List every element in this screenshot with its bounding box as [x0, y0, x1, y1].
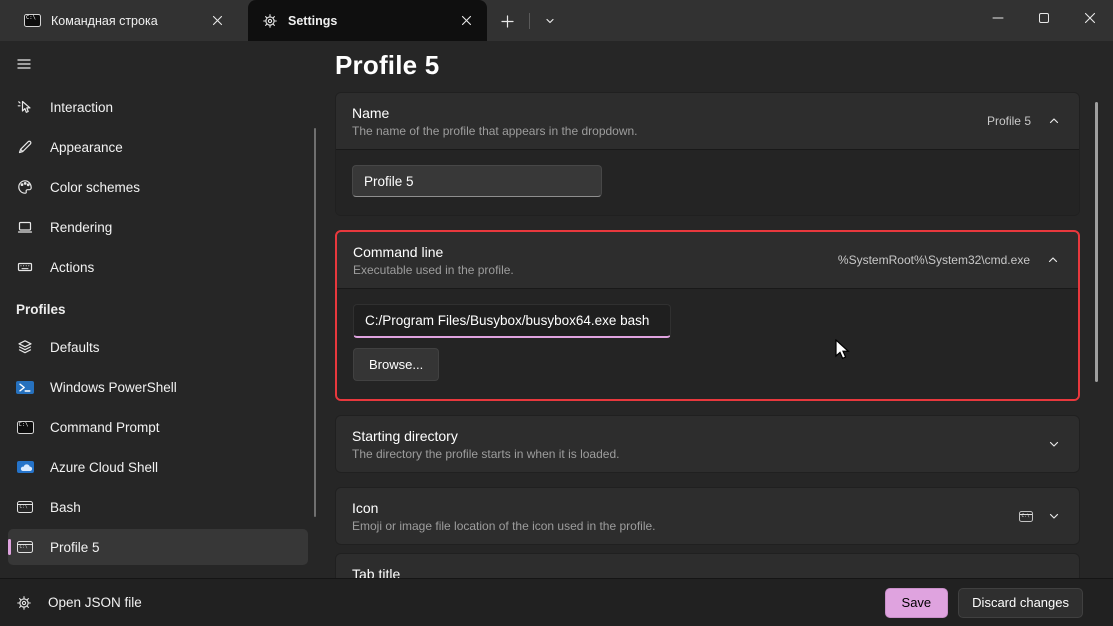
discard-changes-button[interactable]: Discard changes: [958, 588, 1083, 618]
gear-icon: [262, 13, 278, 29]
sidebar-item-label: Rendering: [50, 220, 112, 235]
tabbar-separator: [529, 13, 530, 29]
sidebar-item-label: Actions: [50, 260, 94, 275]
sidebar-item-label: Defaults: [50, 340, 100, 355]
cmd-window-icon: C:\: [24, 14, 41, 27]
window-controls: [975, 0, 1113, 36]
command-line-expander-header[interactable]: Command line Executable used in the prof…: [337, 232, 1078, 288]
azure-cloud-icon: [16, 461, 34, 473]
pointer-icon: [16, 99, 34, 115]
profiles-section-header: Profiles: [8, 289, 308, 329]
keyboard-icon: [16, 259, 34, 275]
section-description: The name of the profile that appears in …: [352, 123, 987, 139]
sidebar-item-interaction[interactable]: Interaction: [8, 89, 308, 125]
plus-icon: [501, 15, 514, 28]
tab-command-prompt[interactable]: C:\ Командная строка: [10, 0, 238, 41]
open-json-file-label: Open JSON file: [48, 595, 142, 610]
paintbrush-icon: [16, 139, 34, 155]
sidebar-item-profile-5[interactable]: C:\ Profile 5: [8, 529, 308, 565]
tab-label: Settings: [288, 14, 445, 28]
section-title: Icon: [352, 498, 1019, 518]
sidebar-item-label: Azure Cloud Shell: [50, 460, 158, 475]
starting-directory-expander-header[interactable]: Starting directory The directory the pro…: [336, 416, 1079, 472]
section-preview-value: Profile 5: [987, 114, 1031, 128]
name-expander-header[interactable]: Name The name of the profile that appear…: [336, 93, 1079, 149]
close-tab-icon[interactable]: [206, 10, 228, 32]
chevron-up-icon: [1046, 254, 1060, 266]
terminal-window-icon: C:\: [16, 541, 34, 553]
sidebar-item-rendering[interactable]: Rendering: [8, 209, 308, 245]
sidebar-item-label: Interaction: [50, 100, 113, 115]
minimize-button[interactable]: [975, 0, 1021, 36]
sidebar-item-color-schemes[interactable]: Color schemes: [8, 169, 308, 205]
layers-icon: [16, 339, 34, 355]
monitor-icon: [16, 219, 34, 235]
name-section: Name The name of the profile that appear…: [335, 92, 1080, 216]
browse-button[interactable]: Browse...: [353, 348, 439, 381]
chevron-down-icon: [544, 15, 556, 27]
title-bar: C:\ Командная строка Settings: [0, 0, 1113, 41]
footer-bar: Open JSON file Save Discard changes: [0, 578, 1113, 626]
close-tab-icon[interactable]: [455, 10, 477, 32]
sidebar-item-windows-powershell[interactable]: Windows PowerShell: [8, 369, 308, 405]
sidebar-item-command-prompt[interactable]: C:\ Command Prompt: [8, 409, 308, 445]
section-description: The directory the profile starts in when…: [352, 446, 1047, 462]
tab-dropdown-button[interactable]: [538, 8, 562, 34]
section-preview-value: %SystemRoot%\System32\cmd.exe: [838, 253, 1030, 267]
sidebar-item-bash[interactable]: C:\ Bash: [8, 489, 308, 525]
profile-name-input[interactable]: [352, 165, 602, 197]
sidebar-item-label: Bash: [50, 500, 81, 515]
tab-title-section: Tab title: [335, 553, 1080, 578]
cmd-window-icon: C:\: [16, 421, 34, 434]
section-description: Emoji or image file location of the icon…: [352, 518, 1019, 534]
powershell-icon: [16, 381, 34, 394]
save-button[interactable]: Save: [885, 588, 949, 618]
command-line-section: Command line Executable used in the prof…: [335, 230, 1080, 401]
sidebar-item-label: Windows PowerShell: [50, 380, 177, 395]
sidebar-item-label: Color schemes: [50, 180, 140, 195]
chevron-down-icon: [1047, 510, 1061, 522]
maximize-icon: [1038, 12, 1050, 24]
nav-menu-button[interactable]: [16, 55, 48, 73]
sidebar-item-appearance[interactable]: Appearance: [8, 129, 308, 165]
settings-sidebar: Interaction Appearance Color schemes Ren…: [0, 41, 335, 578]
starting-directory-section: Starting directory The directory the pro…: [335, 415, 1080, 473]
new-tab-button[interactable]: [493, 8, 521, 34]
section-title: Starting directory: [352, 426, 1047, 446]
tab-settings[interactable]: Settings: [248, 0, 487, 41]
palette-icon: [16, 179, 34, 195]
icon-section: Icon Emoji or image file location of the…: [335, 487, 1080, 545]
sidebar-item-azure-cloud-shell[interactable]: Azure Cloud Shell: [8, 449, 308, 485]
sidebar-item-label: Command Prompt: [50, 420, 160, 435]
sidebar-item-defaults[interactable]: Defaults: [8, 329, 308, 365]
page-title: Profile 5: [335, 47, 1080, 83]
tab-title-expander-header[interactable]: Tab title: [336, 554, 1079, 578]
settings-content: Profile 5 Name The name of the profile t…: [335, 41, 1113, 578]
chevron-down-icon: [1047, 438, 1061, 450]
sidebar-scrollbar[interactable]: [314, 128, 316, 517]
command-line-input[interactable]: [353, 304, 671, 338]
terminal-window-icon: C:\: [16, 501, 34, 513]
terminal-window-icon: C:\: [1019, 511, 1033, 522]
section-title: Command line: [353, 242, 838, 262]
section-description: Executable used in the profile.: [353, 262, 838, 278]
hamburger-icon: [16, 56, 32, 72]
close-window-button[interactable]: [1067, 0, 1113, 36]
section-title: Name: [352, 103, 987, 123]
gear-icon: [16, 595, 32, 611]
sidebar-item-label: Profile 5: [50, 540, 100, 555]
minimize-icon: [992, 12, 1004, 24]
section-title: Tab title: [352, 564, 1061, 578]
chevron-up-icon: [1047, 115, 1061, 127]
content-scrollbar[interactable]: [1095, 102, 1098, 382]
sidebar-item-actions[interactable]: Actions: [8, 249, 308, 285]
sidebar-item-label: Appearance: [50, 140, 123, 155]
open-json-file-button[interactable]: Open JSON file: [16, 595, 142, 611]
close-icon: [1084, 12, 1096, 24]
maximize-button[interactable]: [1021, 0, 1067, 36]
tab-label: Командная строка: [51, 14, 196, 28]
icon-expander-header[interactable]: Icon Emoji or image file location of the…: [336, 488, 1079, 544]
